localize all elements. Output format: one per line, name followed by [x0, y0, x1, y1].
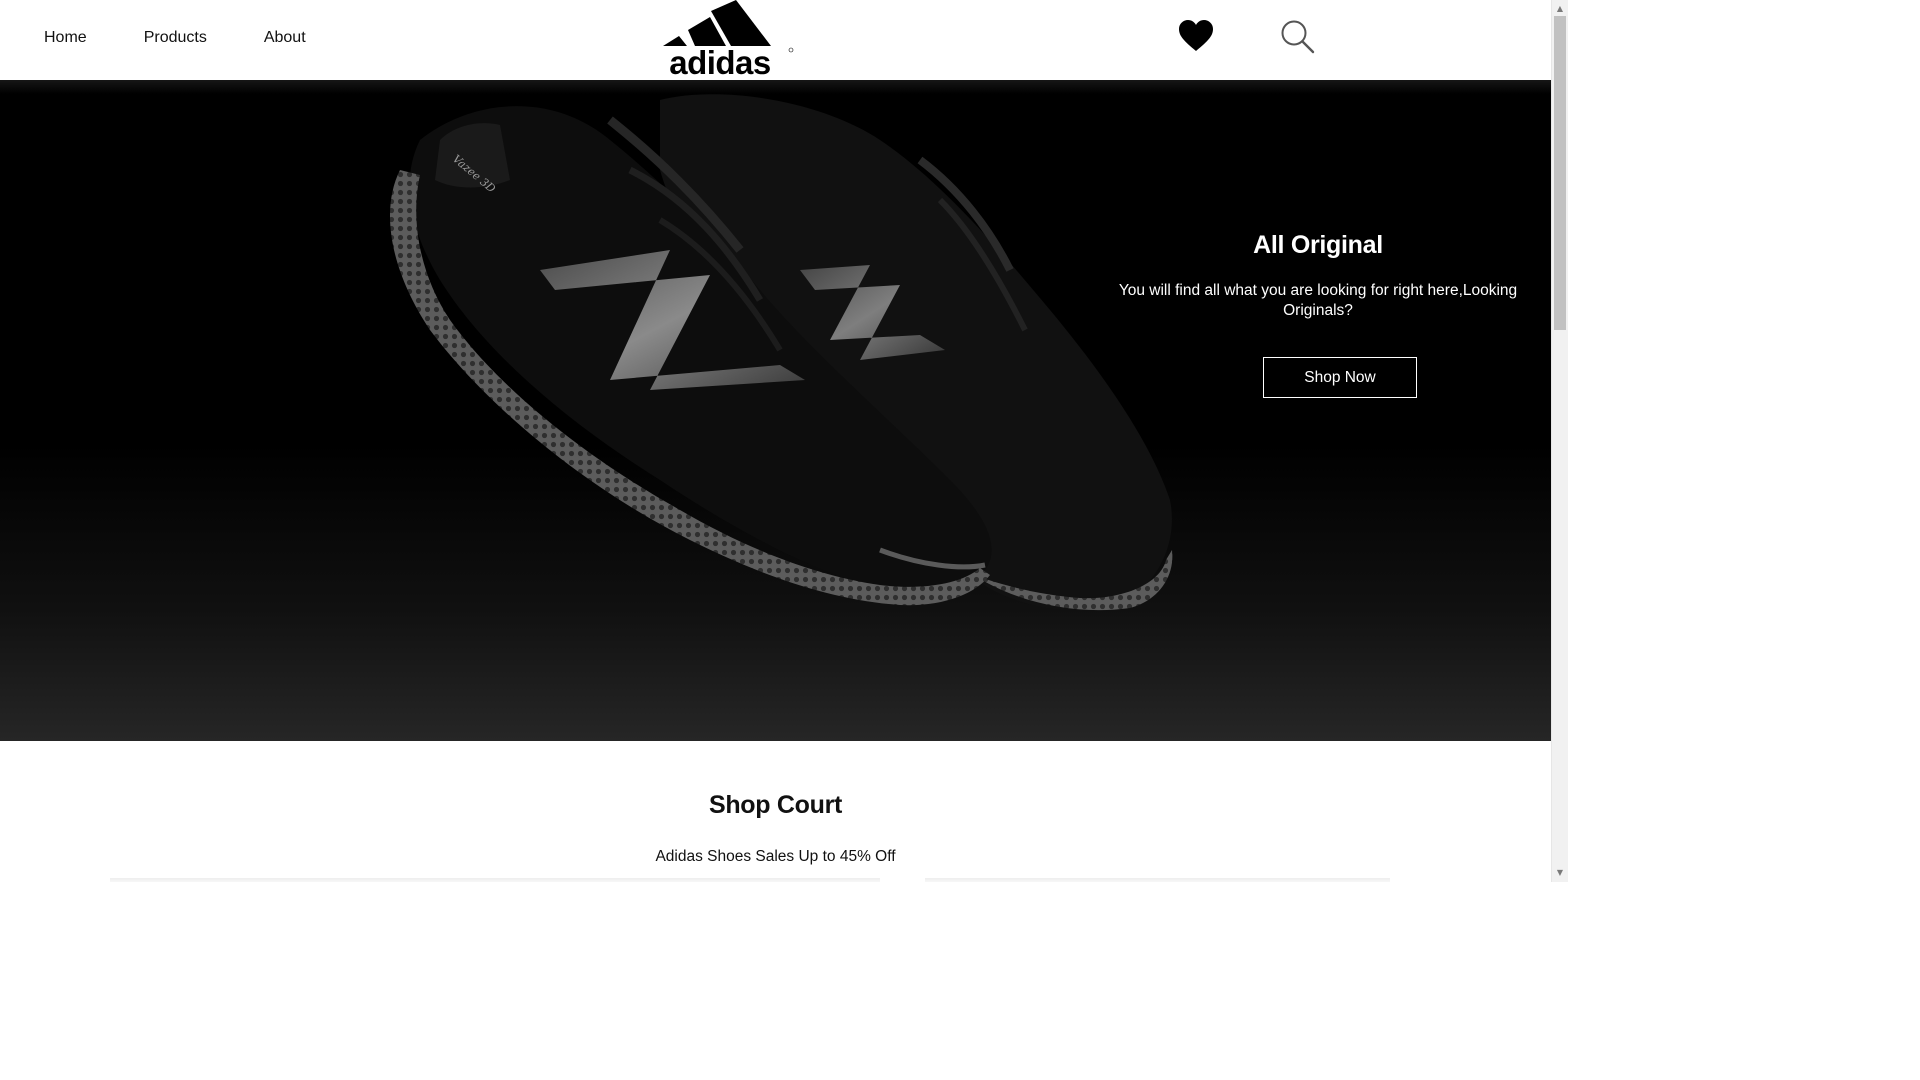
logo-wordmark: adidas — [669, 44, 771, 78]
favorites-button[interactable] — [1176, 18, 1216, 54]
heart-icon — [1179, 20, 1213, 51]
logo-registered-mark — [788, 47, 794, 53]
nav-link-products[interactable]: Products — [144, 28, 207, 48]
section-subtitle: Adidas Shoes Sales Up to 45% Off — [655, 847, 896, 865]
page-scrollbar[interactable]: ▲ ▼ — [1551, 0, 1568, 882]
shop-now-button[interactable]: Shop Now — [1263, 357, 1417, 398]
nav-links: Home Products About — [44, 28, 306, 48]
search-button[interactable] — [1278, 18, 1318, 56]
scroll-down-arrow-icon[interactable]: ▼ — [1552, 866, 1568, 880]
page: Home Products About adidas Vazee 3D All … — [0, 0, 1568, 882]
hero-sneakers-image: Vazee 3D — [390, 94, 1173, 611]
hero-title: All Original — [1253, 230, 1383, 259]
hero-description: You will find all what you are looking f… — [1118, 281, 1518, 319]
hero-banner: Vazee 3D All Original You will find all … — [0, 80, 1551, 741]
section-title: Shop Court — [708, 790, 843, 819]
navbar: Home Products About adidas — [0, 0, 1551, 80]
adidas-logo[interactable]: adidas — [643, 0, 799, 78]
scroll-up-arrow-icon[interactable]: ▲ — [1552, 2, 1568, 16]
product-card-top-edge — [110, 878, 880, 882]
scrollbar-thumb[interactable] — [1554, 16, 1566, 330]
nav-link-about[interactable]: About — [264, 28, 306, 48]
nav-link-home[interactable]: Home — [44, 28, 87, 48]
product-card-top-edge — [925, 878, 1390, 882]
search-icon — [1281, 20, 1315, 54]
